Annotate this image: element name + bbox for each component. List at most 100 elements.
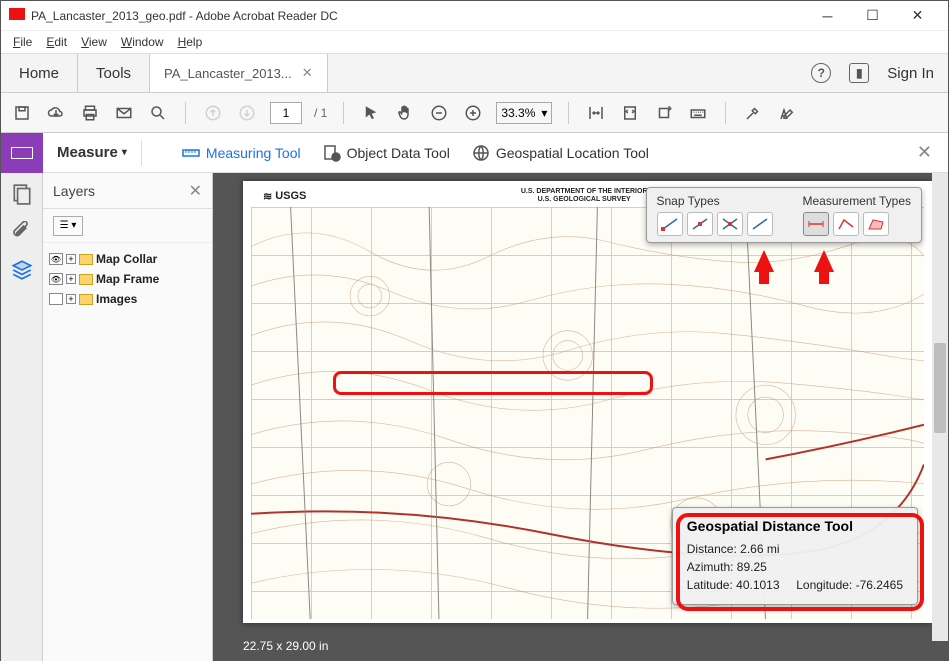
menu-file[interactable]: File bbox=[7, 33, 38, 51]
maximize-button[interactable]: ☐ bbox=[850, 2, 895, 30]
sign-icon[interactable] bbox=[776, 102, 798, 124]
zoom-in-icon[interactable] bbox=[462, 102, 484, 124]
object-data-icon: i bbox=[323, 144, 341, 162]
svg-text:i: i bbox=[335, 155, 336, 161]
measure-perimeter-button[interactable] bbox=[833, 212, 859, 236]
body: Layers ✕ ☰ ▾ 👁 + Map Collar 👁 + Map Fram… bbox=[1, 173, 948, 661]
measuring-tool-button[interactable]: Measuring Tool bbox=[182, 144, 301, 162]
page-total-label: / 1 bbox=[314, 106, 327, 120]
snap-midpoint-button[interactable] bbox=[687, 212, 713, 236]
layers-options-button[interactable]: ☰ ▾ bbox=[53, 216, 83, 236]
menu-window[interactable]: Window bbox=[115, 33, 170, 51]
minimize-button[interactable]: ─ bbox=[805, 2, 850, 30]
tab-home[interactable]: Home bbox=[1, 54, 78, 92]
menu-edit[interactable]: Edit bbox=[40, 33, 73, 51]
tab-document[interactable]: PA_Lancaster_2013... ✕ bbox=[150, 54, 328, 92]
snap-types-label: Snap Types bbox=[657, 194, 773, 208]
expand-icon[interactable]: + bbox=[66, 274, 76, 284]
folder-icon bbox=[79, 274, 93, 285]
eye-icon[interactable]: 👁 bbox=[49, 253, 63, 265]
rotate-icon[interactable] bbox=[653, 102, 675, 124]
attachments-icon[interactable] bbox=[11, 221, 33, 243]
save-icon[interactable] bbox=[11, 102, 33, 124]
prev-page-icon[interactable] bbox=[202, 102, 224, 124]
eye-icon[interactable]: 👁 bbox=[49, 273, 63, 285]
thumbnails-icon[interactable] bbox=[11, 183, 33, 205]
document-area[interactable]: ≋USGS U.S. DEPARTMENT OF THE INTERIOR U.… bbox=[213, 173, 948, 661]
layer-label: Map Frame bbox=[96, 272, 159, 286]
annotation-arrow-1 bbox=[754, 250, 774, 272]
zoom-select[interactable]: 33.3% ▾ bbox=[496, 102, 552, 124]
layer-node[interactable]: 👁 + Map Frame bbox=[47, 269, 208, 289]
main-toolbar: / 1 33.3% ▾ bbox=[1, 93, 948, 133]
fit-page-icon[interactable] bbox=[619, 102, 641, 124]
annotation-box-1 bbox=[333, 371, 653, 395]
help-icon[interactable]: ? bbox=[811, 63, 831, 83]
caret-down-icon: ▾ bbox=[122, 147, 127, 158]
eye-icon-empty[interactable] bbox=[49, 293, 63, 305]
measurement-types-label: Measurement Types bbox=[803, 194, 912, 208]
dept-line2: U.S. GEOLOGICAL SURVEY bbox=[521, 196, 648, 204]
object-data-tool-button[interactable]: i Object Data Tool bbox=[323, 144, 450, 162]
layer-label: Map Collar bbox=[96, 252, 157, 266]
tab-close-icon[interactable]: ✕ bbox=[302, 65, 313, 81]
snap-none-button[interactable] bbox=[747, 212, 773, 236]
layers-title: Layers bbox=[53, 183, 95, 199]
layers-icon[interactable] bbox=[11, 259, 33, 281]
measure-area-button[interactable] bbox=[863, 212, 889, 236]
tab-tools[interactable]: Tools bbox=[78, 54, 150, 92]
tab-document-label: PA_Lancaster_2013... bbox=[164, 66, 292, 81]
print-icon[interactable] bbox=[79, 102, 101, 124]
window-title: PA_Lancaster_2013_geo.pdf - Adobe Acroba… bbox=[31, 9, 805, 23]
title-bar: PA_Lancaster_2013_geo.pdf - Adobe Acroba… bbox=[1, 1, 948, 31]
chevron-down-icon: ▾ bbox=[541, 106, 547, 120]
expand-icon[interactable]: + bbox=[66, 254, 76, 264]
annotation-arrow-2 bbox=[814, 250, 834, 272]
menu-view[interactable]: View bbox=[75, 33, 113, 51]
hand-icon[interactable] bbox=[394, 102, 416, 124]
cloud-icon[interactable] bbox=[45, 102, 67, 124]
search-icon[interactable] bbox=[147, 102, 169, 124]
measure-mode-icon[interactable] bbox=[1, 133, 43, 173]
keyboard-icon[interactable] bbox=[687, 102, 709, 124]
page-dimensions: 22.75 x 29.00 in bbox=[243, 639, 328, 653]
eyedropper-icon[interactable] bbox=[742, 102, 764, 124]
next-page-icon[interactable] bbox=[236, 102, 258, 124]
geospatial-label: Geospatial Location Tool bbox=[496, 145, 649, 161]
tab-row: Home Tools PA_Lancaster_2013... ✕ ? ▮ Si… bbox=[1, 53, 948, 93]
close-button[interactable]: ✕ bbox=[895, 2, 940, 30]
measuring-tool-label: Measuring Tool bbox=[206, 145, 301, 161]
folder-icon bbox=[79, 294, 93, 305]
snap-endpoint-button[interactable] bbox=[657, 212, 683, 236]
layer-label: Images bbox=[96, 292, 137, 306]
snap-intersect-button[interactable] bbox=[717, 212, 743, 236]
layers-tree: 👁 + Map Collar 👁 + Map Frame + Images bbox=[43, 243, 212, 315]
layers-panel: Layers ✕ ☰ ▾ 👁 + Map Collar 👁 + Map Fram… bbox=[43, 173, 213, 661]
left-rail bbox=[1, 173, 43, 661]
fit-width-icon[interactable] bbox=[585, 102, 607, 124]
folder-icon bbox=[79, 254, 93, 265]
layer-node[interactable]: 👁 + Map Collar bbox=[47, 249, 208, 269]
menu-bar: File Edit View Window Help bbox=[1, 31, 948, 53]
measure-bar: Measure ▾ Measuring Tool i Object Data T… bbox=[1, 133, 948, 173]
page-number-input[interactable] bbox=[270, 102, 302, 124]
close-panel-icon[interactable]: ✕ bbox=[917, 142, 932, 163]
sign-in-button[interactable]: Sign In bbox=[887, 65, 934, 82]
zoom-value: 33.3% bbox=[501, 106, 535, 120]
layers-close-icon[interactable]: ✕ bbox=[189, 181, 202, 201]
email-icon[interactable] bbox=[113, 102, 135, 124]
select-arrow-icon[interactable] bbox=[360, 102, 382, 124]
mobile-icon[interactable]: ▮ bbox=[849, 63, 869, 83]
geospatial-tool-button[interactable]: Geospatial Location Tool bbox=[472, 144, 649, 162]
measure-dropdown[interactable]: Measure ▾ bbox=[43, 144, 141, 161]
menu-help[interactable]: Help bbox=[172, 33, 209, 51]
expand-icon[interactable]: + bbox=[66, 294, 76, 304]
pdf-page[interactable]: ≋USGS U.S. DEPARTMENT OF THE INTERIOR U.… bbox=[243, 181, 932, 623]
measure-distance-button[interactable] bbox=[803, 212, 829, 236]
app-icon bbox=[9, 8, 25, 24]
zoom-out-icon[interactable] bbox=[428, 102, 450, 124]
layer-node[interactable]: + Images bbox=[47, 289, 208, 309]
vertical-scrollbar[interactable] bbox=[932, 173, 948, 641]
usgs-logo: ≋USGS bbox=[263, 190, 306, 203]
globe-icon bbox=[472, 144, 490, 162]
